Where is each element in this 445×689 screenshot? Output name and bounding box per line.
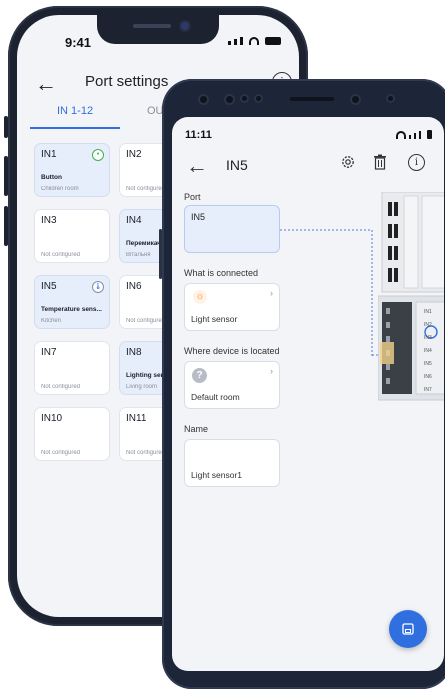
sensor-dot [388, 96, 393, 101]
signal-icon [228, 41, 231, 45]
signal-icon [409, 135, 411, 139]
sun-icon: ☼ [193, 290, 207, 304]
port-card[interactable]: IN10 Not configured [34, 407, 110, 461]
wifi-icon [396, 131, 406, 139]
port-value: IN5 [191, 212, 206, 222]
port-room: Not configured [126, 318, 166, 324]
port-room: Not configured [41, 252, 81, 258]
button-icon: • [92, 149, 104, 161]
front-camera-icon [226, 96, 233, 103]
port-card[interactable]: IN5 [184, 205, 280, 253]
port-name: IN11 [126, 413, 147, 424]
volume-up-button [4, 156, 8, 196]
port-room: Вітальня [126, 252, 151, 258]
battery-icon [427, 130, 432, 139]
controller-device-drawing [377, 191, 444, 401]
front-phone: 11:11 ← IN5 i Port IN5 What is connected… [159, 79, 445, 689]
device-port-label: IN6 [424, 374, 432, 380]
location-card[interactable]: ? › Default room [184, 361, 280, 409]
port-room: Kitchen [41, 318, 62, 324]
port-room: Not configured [41, 384, 81, 390]
status-time: 11:11 [185, 129, 212, 141]
status-icons [228, 37, 281, 45]
wifi-icon [249, 37, 259, 45]
sensor-dot [200, 96, 207, 103]
sensor-dot [242, 96, 247, 101]
chevron-right-icon: › [270, 288, 273, 298]
port-room: Not configured [126, 186, 166, 192]
device-port-label: IN4 [424, 348, 432, 354]
front-camera-icon [181, 22, 189, 30]
page-title: IN5 [226, 157, 248, 173]
device-port-label: IN1 [424, 309, 432, 315]
front-phone-screen: 11:11 ← IN5 i Port IN5 What is connected… [172, 117, 444, 671]
save-button[interactable] [389, 610, 427, 648]
port-card[interactable]: IN3 Not configured [34, 209, 110, 263]
save-icon [402, 623, 414, 635]
port-device-name: Button [41, 174, 62, 181]
speaker-grille [133, 24, 171, 28]
device-port-label: IN3 [424, 335, 432, 341]
trash-icon[interactable] [373, 154, 387, 170]
name-value: Light sensor1 [191, 470, 243, 480]
name-input[interactable]: Light sensor1 [184, 439, 280, 487]
connected-value: Light sensor [191, 314, 238, 324]
signal-bar [414, 133, 416, 139]
connected-device-card[interactable]: ☼ › Light sensor [184, 283, 280, 331]
port-device-name: Lighting sen [126, 372, 165, 379]
back-arrow-icon[interactable]: ← [35, 71, 57, 97]
port-card[interactable]: IN5 Temperature sens... Kitchen 🌡 [34, 275, 110, 329]
page-title: Port settings [85, 73, 169, 90]
port-name: IN6 [126, 281, 142, 292]
gear-icon[interactable] [340, 154, 356, 170]
port-name: IN5 [41, 281, 57, 292]
signal-bar [419, 131, 421, 139]
port-room: Living room [126, 384, 158, 390]
port-name: IN2 [126, 149, 142, 160]
port-card[interactable]: IN7 Not configured [34, 341, 110, 395]
status-time: 9:41 [65, 35, 92, 50]
port-section-label: Port [184, 192, 201, 202]
port-device-name: Temperature sens... [41, 306, 102, 313]
back-arrow-icon[interactable]: ← [186, 153, 208, 179]
location-value: Default room [191, 392, 240, 402]
speaker-grille [290, 97, 334, 101]
thermometer-icon: 🌡 [92, 281, 104, 293]
port-name: IN7 [41, 347, 57, 358]
phone-top-sensors [182, 93, 442, 105]
volume-down-button [4, 206, 8, 246]
name-section-label: Name [184, 424, 209, 434]
active-tab-indicator [30, 127, 120, 129]
chevron-right-icon: › [270, 366, 273, 376]
notch [97, 15, 219, 44]
port-name: IN1 [41, 149, 57, 160]
port-room: Not configured [41, 450, 81, 456]
port-room: Not configured [126, 450, 166, 456]
port-room: Children room [41, 186, 79, 192]
sensor-dot [256, 96, 261, 101]
tab-in-1-12[interactable]: IN 1-12 [57, 105, 93, 117]
location-section-label: Where device is located [184, 346, 280, 356]
device-port-label: IN5 [424, 361, 432, 367]
signal-bar [240, 37, 243, 45]
device-port-label: IN7 [424, 387, 432, 393]
device-port-labels: IN1 IN2 IN3 IN4 IN5 IN6 IN7 [424, 306, 432, 397]
info-icon[interactable]: i [408, 154, 425, 171]
port-name: IN10 [41, 413, 63, 424]
status-icons [396, 130, 432, 139]
port-card[interactable]: IN1 Button Children room • [34, 143, 110, 197]
port-name: IN3 [41, 215, 57, 226]
sensor-dot [352, 96, 359, 103]
battery-icon [265, 37, 281, 45]
signal-bar [234, 39, 237, 45]
port-name: IN4 [126, 215, 142, 226]
port-device-name: Перемикач [126, 240, 162, 247]
question-icon: ? [192, 368, 207, 383]
device-port-label: IN2 [424, 322, 432, 328]
mute-switch [4, 116, 8, 138]
controller-device-illustration: IN1 IN2 IN3 IN4 IN5 IN6 IN7 [377, 191, 444, 402]
connected-section-label: What is connected [184, 268, 259, 278]
side-button [159, 229, 162, 279]
port-name: IN8 [126, 347, 142, 358]
